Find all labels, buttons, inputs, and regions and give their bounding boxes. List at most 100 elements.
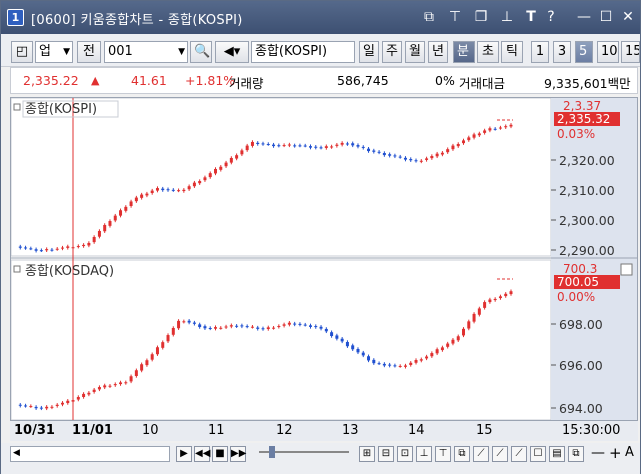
kosdaq-candle: [430, 353, 434, 357]
name-field[interactable]: 종합(KOSPI): [251, 41, 355, 63]
kospi-candle: [477, 133, 481, 136]
rewind-icon[interactable]: ◀◀: [194, 446, 210, 462]
zoom-out-icon[interactable]: —: [591, 445, 605, 461]
panel-title: 종합(KOSPI): [25, 102, 97, 117]
kosdaq-candle: [171, 327, 175, 335]
interval-10[interactable]: 10: [597, 41, 619, 63]
zoom-in-icon[interactable]: +: [609, 444, 622, 462]
kosdaq-candle: [509, 291, 513, 295]
market-select[interactable]: 업 ▼: [35, 41, 73, 63]
interval-15[interactable]: 15: [621, 41, 640, 63]
period-tick[interactable]: 틱: [501, 41, 523, 63]
minimize-icon[interactable]: —: [574, 7, 594, 27]
period-month[interactable]: 월: [405, 41, 425, 63]
x-label: 11/01: [72, 423, 113, 438]
period-minute[interactable]: 분: [453, 41, 475, 63]
kosdaq-candle: [240, 325, 244, 327]
kospi-candle: [108, 221, 112, 226]
kosdaq-candle: [129, 376, 133, 382]
kospi-candle: [509, 124, 513, 127]
kospi-candle: [140, 194, 144, 198]
chart-tool-icon[interactable]: ⊞: [359, 446, 375, 462]
auto-scale-icon[interactable]: A: [625, 445, 634, 460]
quote-bar: 2,335.22 ▲ 41.61 +1.81% 거래량 586,745 0% 거…: [10, 67, 638, 94]
kospi-candle: [50, 249, 54, 251]
kosdaq-candle: [187, 320, 191, 323]
close-icon[interactable]: ✕: [618, 7, 638, 27]
bottom-toolbar: ◀ ▶ ◀◀ ■ ▶▶ ⊞ ⊟ ⊡ ⊥ ⊤ ⧉ ⟋ ⟋ ⟋ ☐ ▤ ⧉ — + …: [1, 443, 640, 474]
kosdaq-candle: [398, 365, 402, 367]
chart-tool-icon[interactable]: ⊤: [435, 446, 451, 462]
title-bar[interactable]: 1 [0600] 키움종합차트 - 종합(KOSPI) ⧉ ⊤ ❐ ⊥ T ? …: [1, 1, 640, 34]
fast-forward-icon[interactable]: ▶▶: [230, 446, 246, 462]
chart-tool-icon[interactable]: ⧉: [568, 446, 584, 462]
period-second[interactable]: 초: [477, 41, 499, 63]
kospi-candle: [504, 126, 508, 128]
interval-5[interactable]: 5: [575, 41, 593, 63]
x-label: 11: [208, 423, 225, 438]
kospi-candle: [24, 247, 28, 249]
help-icon[interactable]: ?: [541, 7, 561, 27]
interval-3[interactable]: 3: [553, 41, 571, 63]
kospi-candle: [377, 151, 381, 153]
amount-value: 9,335,601백만: [544, 76, 631, 91]
kosdaq-candle: [229, 325, 233, 327]
chart-tool-icon[interactable]: ⊟: [378, 446, 394, 462]
chart-tool-icon[interactable]: ⟋: [492, 446, 508, 462]
layout-icon[interactable]: ◰: [11, 41, 33, 63]
kospi-candle: [92, 236, 96, 243]
window-icon[interactable]: ❐: [471, 7, 491, 27]
period-week[interactable]: 주: [382, 41, 402, 63]
kospi-candle: [161, 188, 165, 191]
play-icon[interactable]: ▶: [176, 446, 192, 462]
kosdaq-candle: [388, 364, 392, 366]
kosdaq-candle: [504, 293, 508, 297]
kosdaq-candle: [250, 326, 254, 328]
x-label: 13: [342, 423, 359, 438]
kosdaq-candle: [113, 384, 117, 386]
pin-top-icon[interactable]: ⊤: [445, 7, 465, 27]
pin-icon[interactable]: ⊥: [497, 7, 517, 27]
speaker-icon[interactable]: ◀▾: [215, 41, 249, 63]
kosdaq-candle: [192, 322, 196, 324]
pct-label: 0.00%: [557, 290, 595, 304]
kospi-candle: [293, 145, 297, 147]
kosdaq-candle: [82, 393, 86, 398]
kosdaq-candle: [277, 326, 281, 328]
jeon-button[interactable]: 전: [77, 41, 101, 63]
horizontal-scrollbar[interactable]: ◀: [10, 446, 170, 462]
period-day[interactable]: 일: [359, 41, 379, 63]
maximize-icon[interactable]: ☐: [596, 7, 616, 27]
change-percent: +1.81%: [185, 73, 236, 88]
kospi-candle: [76, 246, 80, 248]
chart-area[interactable]: 종합(KOSPI) 2,320.00 2,310.00 2,300.00 2,290.0…: [10, 97, 638, 441]
interval-1[interactable]: 1: [531, 41, 549, 63]
x-label: 10/31: [14, 423, 55, 438]
kospi-candle: [287, 144, 291, 146]
kospi-candle: [198, 181, 202, 184]
chart-tool-icon[interactable]: ⊥: [416, 446, 432, 462]
chart-tool-icon[interactable]: ▤: [549, 446, 565, 462]
chart-tool-icon[interactable]: ⟋: [473, 446, 489, 462]
panel-toggle-icon: [13, 103, 21, 111]
kosdaq-candle: [235, 325, 239, 327]
code-input[interactable]: 001 ▼: [104, 41, 188, 63]
chart-tool-icon[interactable]: ⊡: [397, 446, 413, 462]
kospi-candle: [124, 206, 128, 211]
chart-tool-icon[interactable]: ⧉: [454, 446, 470, 462]
chart-tool-icon[interactable]: ⟋: [511, 446, 527, 462]
font-icon[interactable]: T: [521, 7, 541, 27]
scroll-left-icon[interactable]: ◀: [13, 448, 20, 458]
kosdaq-candle: [351, 345, 355, 350]
kospi-candle: [451, 145, 455, 150]
period-year[interactable]: 년: [428, 41, 448, 63]
kospi-panel: [11, 98, 552, 257]
chart-tool-icon[interactable]: ☐: [530, 446, 546, 462]
stop-icon[interactable]: ■: [212, 446, 228, 462]
kospi-candle: [340, 142, 344, 145]
kospi-candle: [203, 177, 207, 181]
copy-icon[interactable]: ⧉: [419, 7, 439, 27]
search-icon[interactable]: 🔍: [190, 41, 212, 63]
kospi-candle: [71, 247, 75, 249]
zoom-slider-handle[interactable]: [269, 446, 275, 458]
